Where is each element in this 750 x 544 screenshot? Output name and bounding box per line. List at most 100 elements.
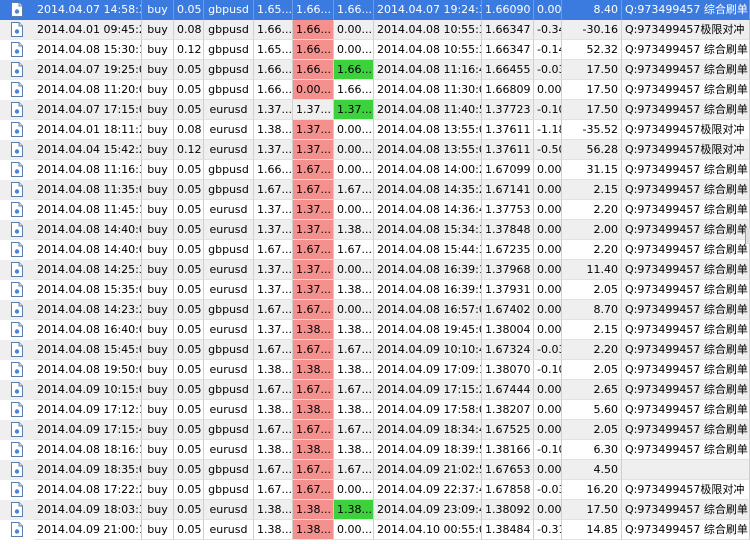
document-icon — [11, 62, 23, 77]
symbol-cell: gbpusd — [204, 20, 254, 40]
table-row[interactable]: 2014.04.07 14:58:34 buy 0.05 gbpusd 1.65... 1… — [0, 0, 750, 20]
swap-cell: -0.10 — [534, 360, 562, 380]
symbol-cell: gbpusd — [204, 40, 254, 60]
close-price-cell: 1.37723 — [482, 100, 534, 120]
close-price-cell: 1.67099 — [482, 160, 534, 180]
open-price-cell: 1.37... — [254, 100, 293, 120]
open-time-cell: 2014.04.08 16:40:03 — [34, 320, 142, 340]
comment-cell: Q:973499457极限对冲 — [622, 480, 750, 500]
close-time-cell: 2014.04.08 11:40:58 — [374, 100, 482, 120]
profit-cell: 5.60 — [562, 400, 622, 420]
table-row[interactable]: 2014.04.07 19:25:02 buy 0.05 gbpusd 1.66... 1… — [0, 60, 750, 80]
table-row[interactable]: 2014.04.07 17:15:04 buy 0.05 eurusd 1.37... 1… — [0, 100, 750, 120]
profit-cell: 6.30 — [562, 440, 622, 460]
swap-cell: 0.00 — [534, 0, 562, 20]
table-row[interactable]: 2014.04.09 21:00:16 buy 0.05 eurusd 1.38... 1… — [0, 520, 750, 540]
document-icon — [11, 302, 23, 317]
table-row[interactable]: 2014.04.08 16:40:03 buy 0.05 eurusd 1.37... 1… — [0, 320, 750, 340]
open-time-cell: 2014.04.09 21:00:16 — [34, 520, 142, 540]
swap-cell: 0.00 — [534, 160, 562, 180]
stop-loss-cell: 1.66... — [293, 60, 334, 80]
stop-loss-cell: 1.37... — [293, 220, 334, 240]
table-row[interactable]: 2014.04.01 18:11:27 buy 0.08 eurusd 1.38... 1… — [0, 120, 750, 140]
table-row[interactable]: 2014.04.08 11:16:38 buy 0.05 gbpusd 1.66... 1… — [0, 160, 750, 180]
comment-cell: Q:973499457 综合刷单 — [622, 260, 750, 280]
close-time-cell: 2014.04.08 13:55:00 — [374, 140, 482, 160]
close-time-cell: 2014.04.09 18:34:42 — [374, 420, 482, 440]
document-icon — [11, 142, 23, 157]
table-row[interactable]: 2014.04.08 15:45:03 buy 0.05 gbpusd 1.67... 1… — [0, 340, 750, 360]
stop-loss-cell: 1.38... — [293, 320, 334, 340]
symbol-cell: eurusd — [204, 520, 254, 540]
type-cell: buy — [142, 40, 174, 60]
swap-cell: -0.34 — [534, 20, 562, 40]
profit-cell: 2.05 — [562, 280, 622, 300]
document-icon — [11, 402, 23, 417]
close-time-cell: 2014.04.09 17:09:17 — [374, 360, 482, 380]
table-row[interactable]: 2014.04.01 09:45:29 buy 0.08 gbpusd 1.66... 1… — [0, 20, 750, 40]
table-row[interactable]: 2014.04.08 19:50:02 buy 0.05 eurusd 1.38... 1… — [0, 360, 750, 380]
volume-cell: 0.05 — [174, 80, 204, 100]
table-row[interactable]: 2014.04.08 14:23:28 buy 0.05 gbpusd 1.67... 1… — [0, 300, 750, 320]
table-row[interactable]: 2014.04.08 11:35:02 buy 0.05 gbpusd 1.67... 1… — [0, 180, 750, 200]
symbol-cell: gbpusd — [204, 80, 254, 100]
stop-loss-cell: 1.67... — [293, 160, 334, 180]
stop-loss-cell: 1.38... — [293, 520, 334, 540]
volume-cell: 0.05 — [174, 500, 204, 520]
table-row[interactable]: 2014.04.08 17:22:26 buy 0.05 gbpusd 1.67... 1… — [0, 480, 750, 500]
table-row[interactable]: 2014.04.09 10:15:03 buy 0.05 gbpusd 1.67... 1… — [0, 380, 750, 400]
type-cell: buy — [142, 120, 174, 140]
stop-loss-cell: 1.37... — [293, 200, 334, 220]
open-time-cell: 2014.04.08 11:45:10 — [34, 200, 142, 220]
symbol-cell: eurusd — [204, 140, 254, 160]
table-row[interactable]: 2014.04.09 18:03:31 buy 0.05 eurusd 1.38... 1… — [0, 500, 750, 520]
document-icon — [11, 162, 23, 177]
take-profit-cell: 1.38... — [334, 500, 374, 520]
stop-loss-cell: 1.37... — [293, 120, 334, 140]
comment-cell: Q:973499457 综合刷单 — [622, 500, 750, 520]
comment-cell: Q:973499457 综合刷单 — [622, 100, 750, 120]
document-icon — [11, 342, 23, 357]
take-profit-cell: 0.00... — [334, 140, 374, 160]
table-row[interactable]: 2014.04.08 11:20:05 buy 0.05 gbpusd 1.66... 0… — [0, 80, 750, 100]
table-row[interactable]: 2014.04.08 15:35:02 buy 0.05 eurusd 1.37... 1… — [0, 280, 750, 300]
open-price-cell: 1.37... — [254, 200, 293, 220]
document-icon — [11, 442, 23, 457]
table-row[interactable]: 2014.04.09 18:35:07 buy 0.05 gbpusd 1.67... 1… — [0, 460, 750, 480]
profit-cell: 2.20 — [562, 240, 622, 260]
table-row[interactable]: 2014.04.08 14:40:08 buy 0.05 gbpusd 1.67... 1… — [0, 240, 750, 260]
take-profit-cell: 1.38... — [334, 440, 374, 460]
open-time-cell: 2014.04.01 18:11:27 — [34, 120, 142, 140]
type-cell: buy — [142, 340, 174, 360]
swap-cell: 0.00 — [534, 220, 562, 240]
table-row[interactable]: 2014.04.09 17:15:43 buy 0.05 gbpusd 1.67... 1… — [0, 420, 750, 440]
symbol-cell: eurusd — [204, 320, 254, 340]
open-time-cell: 2014.04.08 14:23:28 — [34, 300, 142, 320]
open-time-cell: 2014.04.08 11:16:38 — [34, 160, 142, 180]
table-row[interactable]: 2014.04.08 14:25:35 buy 0.05 eurusd 1.37... 1… — [0, 260, 750, 280]
table-row[interactable]: 2014.04.08 14:40:03 buy 0.05 eurusd 1.37... 1… — [0, 220, 750, 240]
type-cell: buy — [142, 220, 174, 240]
open-time-cell: 2014.04.08 15:45:03 — [34, 340, 142, 360]
volume-cell: 0.05 — [174, 380, 204, 400]
close-price-cell: 1.38166 — [482, 440, 534, 460]
profit-cell: 2.15 — [562, 180, 622, 200]
swap-cell: -0.14 — [534, 40, 562, 60]
take-profit-cell: 1.38... — [334, 320, 374, 340]
swap-cell: -0.50 — [534, 140, 562, 160]
table-row[interactable]: 2014.04.04 15:42:28 buy 0.12 eurusd 1.37... 1… — [0, 140, 750, 160]
table-row[interactable]: 2014.04.08 15:30:17 buy 0.12 gbpusd 1.65... 1… — [0, 40, 750, 60]
type-cell: buy — [142, 140, 174, 160]
open-price-cell: 1.67... — [254, 460, 293, 480]
volume-cell: 0.05 — [174, 340, 204, 360]
take-profit-cell: 1.66... — [334, 0, 374, 20]
comment-cell: Q:973499457极限对冲 — [622, 20, 750, 40]
profit-cell: 31.15 — [562, 160, 622, 180]
table-row[interactable]: 2014.04.08 18:16:12 buy 0.05 eurusd 1.38... 1… — [0, 440, 750, 460]
scrollbar-stub[interactable] — [745, 228, 750, 244]
table-row[interactable]: 2014.04.08 11:45:10 buy 0.05 eurusd 1.37... 1… — [0, 200, 750, 220]
profit-cell: 17.50 — [562, 80, 622, 100]
comment-cell: Q:973499457 综合刷单 — [622, 340, 750, 360]
table-row[interactable]: 2014.04.09 17:12:17 buy 0.05 eurusd 1.38... 1… — [0, 400, 750, 420]
type-cell: buy — [142, 60, 174, 80]
